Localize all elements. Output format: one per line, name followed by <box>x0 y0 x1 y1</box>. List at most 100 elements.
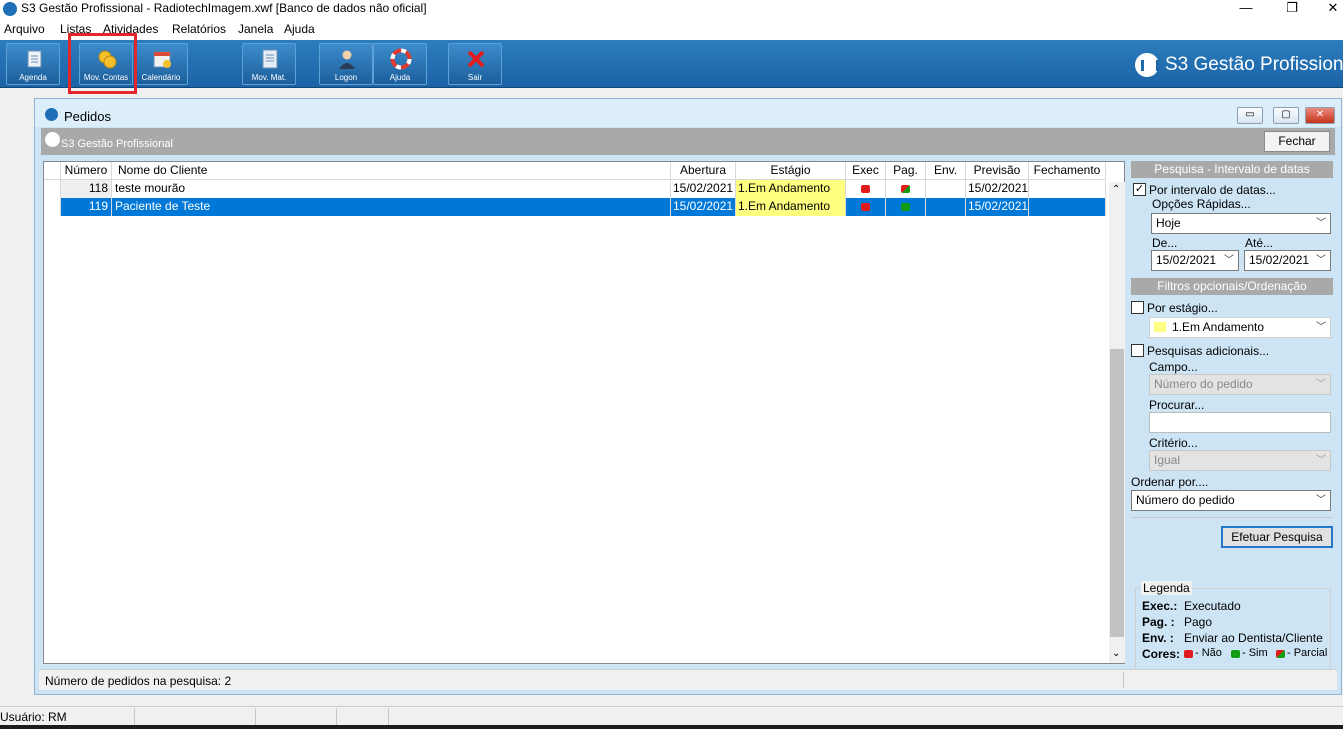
ordenar-select[interactable]: Número do pedido ﹀ <box>1131 490 1331 511</box>
logo-icon <box>45 132 60 147</box>
window-status-bar: Número de pedidos na pesquisa: 2 <box>39 669 1337 690</box>
close-button[interactable]: ✕ <box>1318 0 1343 18</box>
legend-partial-indicator <box>1276 650 1285 658</box>
col-previsao[interactable]: Previsão <box>966 162 1029 180</box>
cell-env <box>926 198 966 216</box>
criterio-value: Igual <box>1154 453 1181 467</box>
scroll-up-icon[interactable]: ⌃ <box>1112 184 1120 195</box>
cell-estagio: 1.Em Andamento <box>736 198 846 216</box>
criterio-label: Critério... <box>1149 436 1198 450</box>
de-date-picker[interactable]: 15/02/2021 ﹀ <box>1151 250 1239 271</box>
minimize-button[interactable]: — <box>1231 0 1261 18</box>
brand-logo: S3 Gestão Profissional <box>1135 53 1343 77</box>
cell-cliente: Paciente de Teste <box>112 198 671 216</box>
opcoes-rapidas-select[interactable]: Hoje ﹀ <box>1151 213 1331 234</box>
opcoes-rapidas-label: Opções Rápidas... <box>1152 197 1251 211</box>
por-estagio-checkbox[interactable] <box>1131 301 1144 314</box>
pag-partial-indicator <box>901 185 910 193</box>
menu-relatorios[interactable]: Relatórios <box>172 22 226 36</box>
scrollbar-thumb[interactable] <box>1110 349 1124 637</box>
window-title: S3 Gestão Profissional - RadiotechImagem… <box>21 1 427 15</box>
search-header: Pesquisa - Intervalo de datas <box>1131 161 1333 178</box>
agenda-button[interactable]: Agenda <box>6 43 60 85</box>
window-close-button[interactable]: ✕ <box>1305 107 1335 124</box>
pesquisas-adicionais-checkbox[interactable] <box>1131 344 1144 357</box>
ate-date-value: 15/02/2021 <box>1249 253 1310 267</box>
toolbar: Agenda Mov. Contas Calendário Mov. Mat. … <box>0 40 1343 88</box>
legend-sim: - Sim <box>1242 647 1268 659</box>
campo-select[interactable]: Número do pedido ﹀ <box>1149 374 1331 395</box>
status-separator <box>388 708 389 725</box>
pag-yes-indicator <box>901 203 910 211</box>
cell-fechamento <box>1029 180 1106 198</box>
exit-x-icon <box>467 50 485 68</box>
menu-ajuda[interactable]: Ajuda <box>284 22 315 36</box>
cell-estagio: 1.Em Andamento <box>736 180 846 198</box>
legend-pag-key: Pag. : <box>1142 615 1175 629</box>
fechar-button[interactable]: Fechar <box>1264 131 1330 152</box>
legend-env-value: Enviar ao Dentista/Cliente <box>1184 631 1323 645</box>
title-bar: S3 Gestão Profissional - RadiotechImagem… <box>0 0 1343 19</box>
window-minimize-button[interactable]: ▭ <box>1237 107 1263 124</box>
cell-pag <box>886 180 926 198</box>
maximize-button[interactable]: ❐ <box>1277 0 1307 18</box>
legend-green-indicator <box>1231 650 1240 658</box>
col-estagio[interactable]: Estágio <box>736 162 846 180</box>
logon-button[interactable]: Logon <box>319 43 373 85</box>
chevron-down-icon: ﹀ <box>1316 255 1326 266</box>
filters-header: Filtros opcionais/Ordenação <box>1131 278 1333 295</box>
table-row[interactable]: 118 teste mourão 15/02/2021 1.Em Andamen… <box>44 180 1106 198</box>
legend-parcial: - Parcial <box>1287 647 1328 659</box>
calendario-button[interactable]: Calendário <box>134 43 188 85</box>
cell-fechamento <box>1029 198 1106 216</box>
por-estagio-label: Por estágio... <box>1147 301 1218 315</box>
cell-env <box>926 180 966 198</box>
grid-scrollbar[interactable]: ⌃ ⌄ <box>1109 182 1125 663</box>
exec-no-indicator <box>861 185 870 193</box>
criterio-select[interactable]: Igual ﹀ <box>1149 450 1331 471</box>
col-abertura[interactable]: Abertura <box>671 162 736 180</box>
ajuda-button[interactable]: Ajuda <box>373 43 427 85</box>
table-row-selected[interactable]: 119 Paciente de Teste 15/02/2021 1.Em An… <box>44 198 1106 216</box>
cell-pag <box>886 198 926 216</box>
estagio-value: 1.Em Andamento <box>1172 320 1265 334</box>
cell-previsao: 15/02/2021 <box>966 180 1029 198</box>
divider <box>1131 517 1333 518</box>
ate-date-picker[interactable]: 15/02/2021 ﹀ <box>1244 250 1331 271</box>
mov-mat-button[interactable]: Mov. Mat. <box>242 43 296 85</box>
app-icon <box>3 2 17 16</box>
menu-arquivo[interactable]: Arquivo <box>4 22 45 36</box>
col-fechamento[interactable]: Fechamento <box>1029 162 1106 180</box>
procurar-label: Procurar... <box>1149 398 1205 412</box>
sair-button[interactable]: Sair <box>448 43 502 85</box>
window-maximize-button[interactable]: ▢ <box>1273 107 1299 124</box>
lifebuoy-icon <box>390 48 412 70</box>
user-status: Usuário: RM <box>0 710 67 724</box>
agenda-label: Agenda <box>19 73 47 82</box>
col-exec[interactable]: Exec <box>846 162 886 180</box>
por-intervalo-checkbox[interactable]: ✓ <box>1133 183 1146 196</box>
efetuar-pesquisa-button[interactable]: Efetuar Pesquisa <box>1221 526 1333 548</box>
row-indicator-header <box>44 162 61 180</box>
app-status-bar: Usuário: RM <box>0 706 1343 725</box>
scroll-down-icon[interactable]: ⌄ <box>1112 648 1120 659</box>
cell-abertura: 15/02/2021 <box>671 198 736 216</box>
sair-label: Sair <box>467 73 483 82</box>
row-indicator <box>44 180 61 198</box>
cell-numero: 118 <box>61 180 112 198</box>
legend-exec-value: Executado <box>1184 599 1241 613</box>
procurar-input[interactable] <box>1149 412 1331 433</box>
brand-icon <box>1135 53 1159 77</box>
menu-bar: Arquivo Listas Atividades Relatórios Jan… <box>0 19 1343 40</box>
col-env[interactable]: Env. <box>926 162 966 180</box>
col-cliente[interactable]: Nome do Cliente <box>112 162 671 180</box>
cell-previsao: 15/02/2021 <box>966 198 1029 216</box>
legend-red-indicator <box>1184 650 1193 658</box>
col-pag[interactable]: Pag. <box>886 162 926 180</box>
chevron-down-icon: ﹀ <box>1316 322 1326 333</box>
col-numero[interactable]: Número <box>61 162 112 180</box>
pesquisas-adicionais-label: Pesquisas adicionais... <box>1147 344 1270 358</box>
menu-janela[interactable]: Janela <box>238 22 273 36</box>
estagio-select[interactable]: 1.Em Andamento ﹀ <box>1149 317 1331 338</box>
window-icon <box>45 108 58 121</box>
